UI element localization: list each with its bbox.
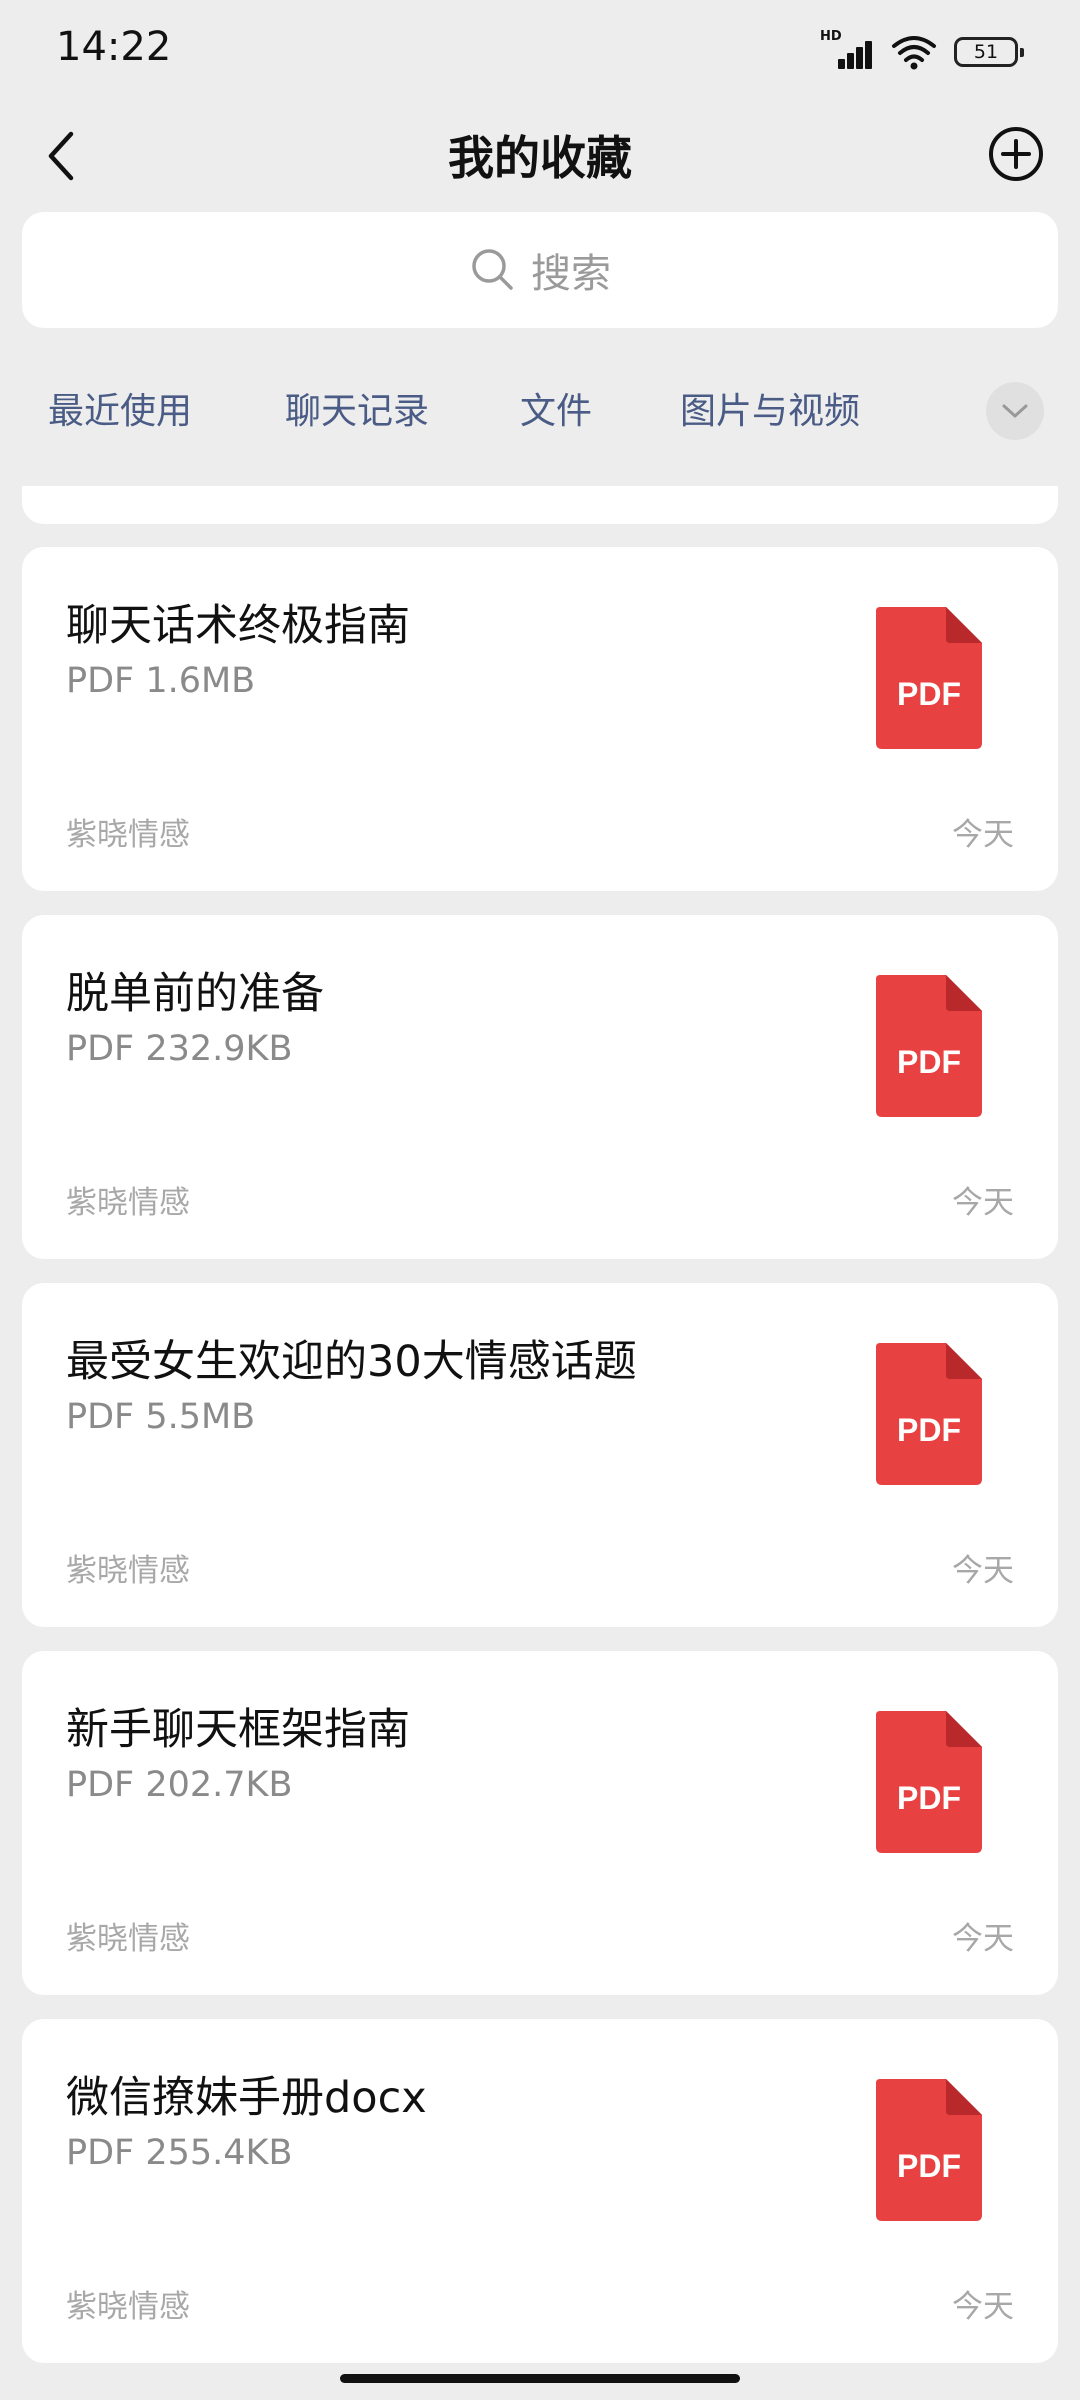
network-type-label: HD (820, 29, 842, 44)
tab-images-videos[interactable]: 图片与视频 (680, 382, 860, 434)
item-time: 今天 (952, 1921, 1014, 1957)
pdf-badge-label: PDF (897, 1044, 961, 1080)
item-time: 今天 (952, 1185, 1014, 1221)
battery-level: 51 (973, 41, 999, 63)
list-item-partial[interactable] (22, 486, 1058, 524)
favorites-screen: 14:22 HD 51 我的收藏 搜索 最近使用 聊天记录 文件 图片与视频 聊… (0, 0, 1080, 2400)
search-placeholder: 搜索 (531, 251, 611, 297)
search-icon (472, 249, 513, 290)
item-file-info: PDF 202.7KB (66, 1765, 293, 1805)
battery-icon: 51 (954, 37, 1024, 67)
status-icons: HD 51 (820, 29, 1024, 74)
item-file-info: PDF 5.5MB (66, 1397, 256, 1437)
item-file-info: PDF 255.4KB (66, 2133, 293, 2173)
list-item[interactable]: 脱单前的准备 PDF 232.9KB PDF 紫晓情感 今天 (22, 915, 1058, 1259)
chevron-down-icon (1002, 404, 1028, 418)
category-tabs: 最近使用 聊天记录 文件 图片与视频 (0, 360, 1080, 460)
pdf-badge-label: PDF (897, 1780, 961, 1816)
item-source: 紫晓情感 (66, 817, 190, 853)
home-indicator[interactable] (340, 2374, 740, 2383)
search-input[interactable]: 搜索 (22, 212, 1058, 328)
item-source: 紫晓情感 (66, 1553, 190, 1589)
item-time: 今天 (952, 1553, 1014, 1589)
item-time: 今天 (952, 817, 1014, 853)
nav-header: 我的收藏 (0, 100, 1080, 210)
pdf-badge-label: PDF (897, 676, 961, 712)
pdf-badge-label: PDF (897, 1412, 961, 1448)
pdf-file-icon: PDF (876, 975, 982, 1117)
list-item[interactable]: 微信撩妹手册docx PDF 255.4KB PDF 紫晓情感 今天 (22, 2019, 1058, 2363)
list-item[interactable]: 最受女生欢迎的30大情感话题 PDF 5.5MB PDF 紫晓情感 今天 (22, 1283, 1058, 1627)
item-file-info: PDF 1.6MB (66, 661, 256, 701)
tab-files[interactable]: 文件 (520, 382, 592, 434)
list-item[interactable]: 新手聊天框架指南 PDF 202.7KB PDF 紫晓情感 今天 (22, 1651, 1058, 1995)
tab-recent[interactable]: 最近使用 (48, 382, 192, 434)
plus-circle-icon (989, 127, 1043, 181)
item-source: 紫晓情感 (66, 1921, 190, 1957)
item-source: 紫晓情感 (66, 1185, 190, 1221)
tab-chat-history[interactable]: 聊天记录 (285, 382, 429, 434)
pdf-file-icon: PDF (876, 607, 982, 749)
item-time: 今天 (952, 2289, 1014, 2325)
pdf-file-icon: PDF (876, 1343, 982, 1485)
cellular-signal-icon: HD (820, 29, 874, 73)
item-source: 紫晓情感 (66, 2289, 190, 2325)
list-item[interactable]: 聊天话术终极指南 PDF 1.6MB PDF 紫晓情感 今天 (22, 547, 1058, 891)
item-title: 聊天话术终极指南 (66, 601, 410, 651)
item-title: 微信撩妹手册docx (66, 2073, 427, 2123)
item-title: 脱单前的准备 (66, 969, 324, 1019)
status-bar: 14:22 HD 51 (0, 0, 1080, 100)
item-title: 新手聊天框架指南 (66, 1705, 410, 1755)
status-time: 14:22 (56, 24, 172, 70)
add-button[interactable] (976, 114, 1056, 194)
pdf-badge-label: PDF (897, 2148, 961, 2184)
item-file-info: PDF 232.9KB (66, 1029, 293, 1069)
item-title: 最受女生欢迎的30大情感话题 (66, 1337, 637, 1387)
pdf-file-icon: PDF (876, 2079, 982, 2221)
wifi-icon (892, 36, 936, 70)
tabs-expand-button[interactable] (986, 382, 1044, 440)
page-title: 我的收藏 (448, 131, 632, 185)
pdf-file-icon: PDF (876, 1711, 982, 1853)
